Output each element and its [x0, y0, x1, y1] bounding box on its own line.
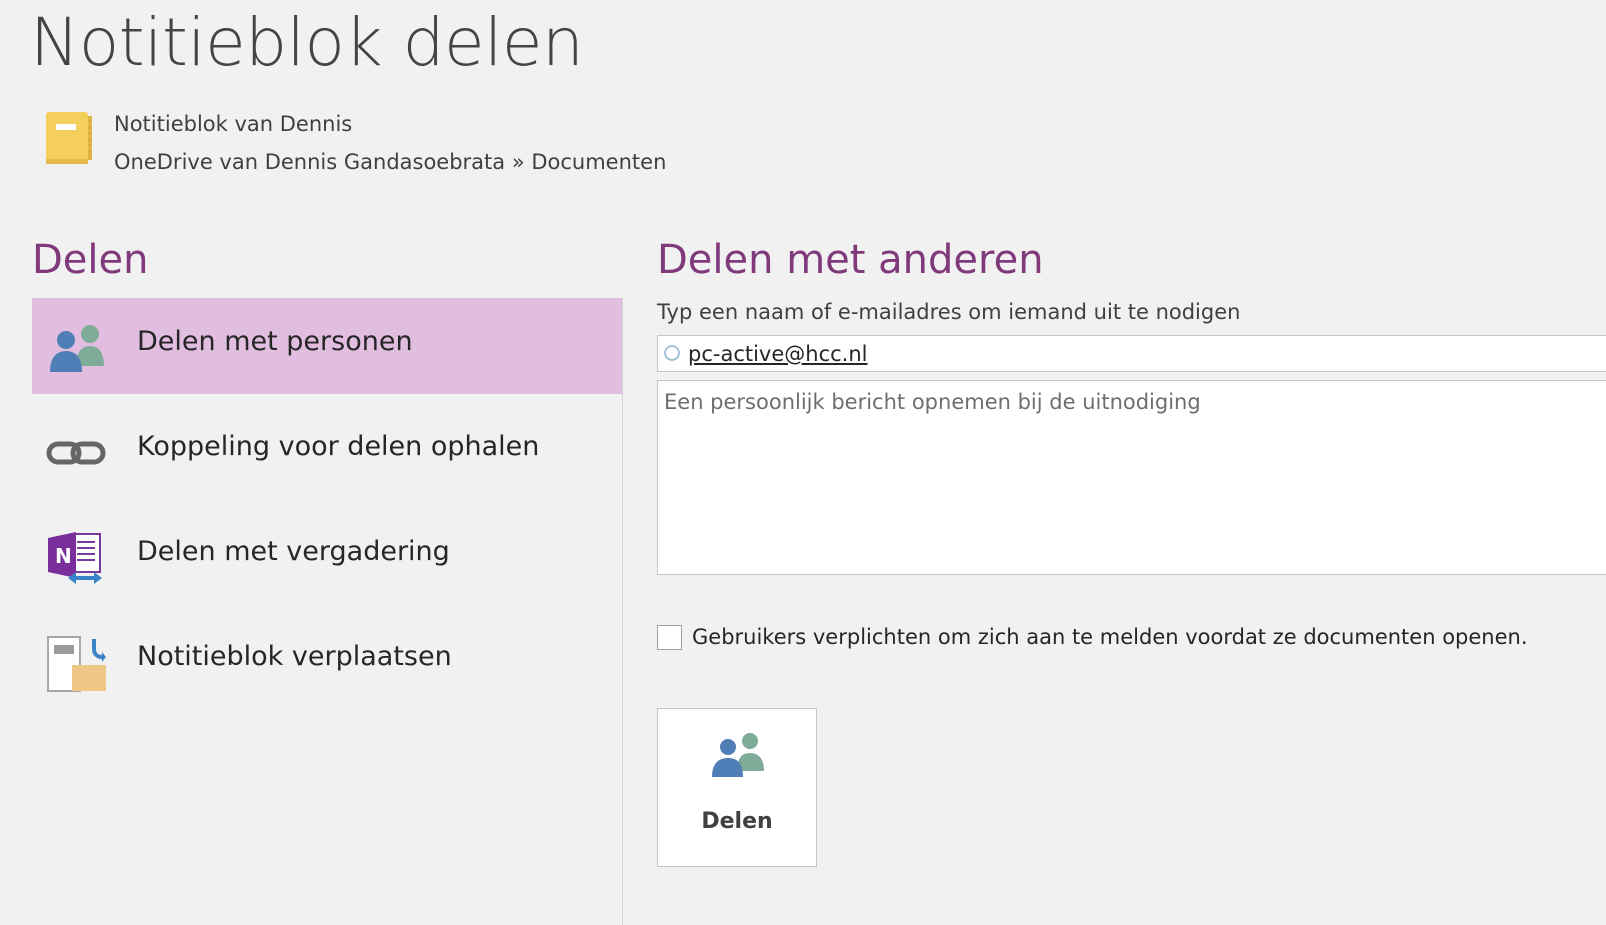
menu-item-share-with-meeting[interactable]: N Delen met vergadering — [32, 508, 622, 604]
notebook-location: OneDrive van Dennis Gandasoebrata » Docu… — [114, 150, 667, 174]
require-signin-checkbox[interactable] — [657, 625, 682, 650]
share-people-icon — [50, 325, 104, 372]
share-people-icon — [712, 733, 764, 777]
share-button-label: Delen — [701, 809, 773, 834]
notebook-name: Notitieblok van Dennis — [114, 112, 353, 136]
menu-item-label: Koppeling voor delen ophalen — [137, 431, 540, 462]
invite-label: Typ een naam of e-mailadres om iemand ui… — [657, 300, 1241, 324]
menu-item-label: Delen met personen — [137, 326, 413, 357]
share-button[interactable]: Delen — [657, 708, 817, 867]
menu-item-label: Notitieblok verplaatsen — [137, 641, 452, 672]
invite-input[interactable]: pc-active@hcc.nl — [657, 335, 1606, 372]
menu-item-move-notebook[interactable]: Notitieblok verplaatsen — [32, 613, 622, 709]
personal-message-placeholder: Een persoonlijk bericht opnemen bij de u… — [664, 390, 1201, 414]
require-signin-label: Gebruikers verplichten om zich aan te me… — [692, 625, 1528, 649]
share-panel-heading: Delen met anderen — [657, 237, 1044, 283]
link-icon — [46, 441, 106, 465]
presence-status-icon — [664, 345, 680, 361]
page-title: Notitieblok delen — [30, 4, 584, 81]
notebook-info: Notitieblok van Dennis OneDrive van Denn… — [44, 110, 744, 174]
notebook-icon — [46, 112, 92, 164]
onenote-meeting-icon: N — [48, 532, 102, 584]
move-notebook-icon — [47, 636, 106, 692]
share-menu-heading: Delen — [32, 237, 149, 283]
menu-item-share-with-people[interactable]: Delen met personen — [32, 298, 622, 394]
invite-recipient[interactable]: pc-active@hcc.nl — [688, 342, 868, 366]
menu-item-get-sharing-link[interactable]: Koppeling voor delen ophalen — [32, 403, 622, 499]
menu-item-label: Delen met vergadering — [137, 536, 450, 567]
svg-text:N: N — [55, 544, 72, 568]
panel-divider — [622, 298, 623, 925]
personal-message-field[interactable]: Een persoonlijk bericht opnemen bij de u… — [657, 380, 1606, 575]
